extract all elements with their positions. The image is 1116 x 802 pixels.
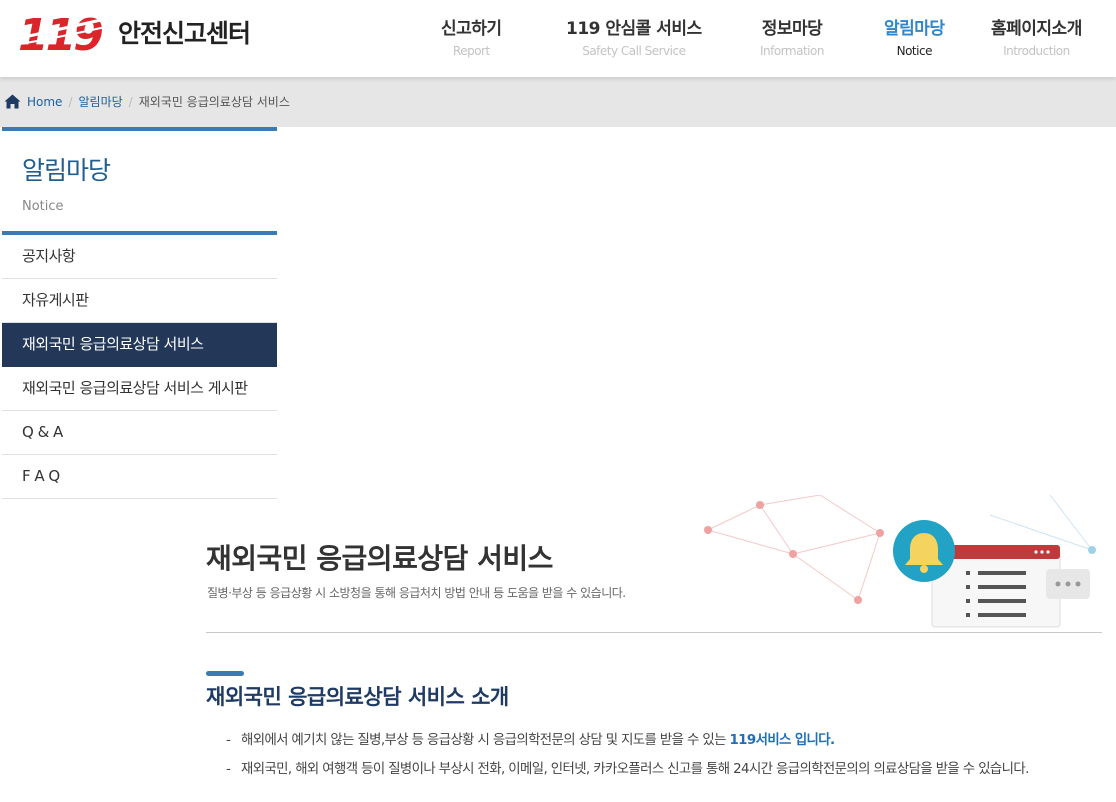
nav-sublabel: Notice — [896, 44, 933, 58]
nav-information[interactable]: 정보마당 Information — [760, 14, 824, 58]
nav-label: 신고하기 — [441, 19, 502, 39]
section-accent-bar — [206, 671, 244, 676]
breadcrumb-current: 재외국민 응급의료상담 서비스 — [138, 95, 290, 109]
main-navigation: 신고하기 Report 119 안심콜 서비스 Safety Call Serv… — [0, 14, 1116, 64]
nav-safety-call[interactable]: 119 안심콜 서비스 Safety Call Service — [566, 14, 702, 58]
nav-report[interactable]: 신고하기 Report — [441, 14, 502, 58]
nav-introduction[interactable]: 홈페이지소개 Introduction — [991, 14, 1082, 58]
breadcrumb-section-link[interactable]: 알림마당 — [78, 93, 122, 110]
sidebar-title: 알림마당 — [22, 156, 111, 185]
sidebar-menu: 공지사항 자유게시판 재외국민 응급의료상담 서비스 재외국민 응급의료상담 서… — [2, 235, 277, 499]
list-item: - 재외국민, 해외 여행객 등이 질병이나 부상시 전화, 이메일, 인터넷, … — [226, 760, 1029, 789]
notification-illustration — [704, 495, 1096, 628]
sidebar-item-free-board[interactable]: 자유게시판 — [2, 279, 277, 323]
nav-label: 홈페이지소개 — [991, 19, 1082, 39]
nav-sublabel: Safety Call Service — [582, 44, 686, 58]
nav-sublabel: Introduction — [1003, 44, 1070, 58]
breadcrumb-separator: / — [68, 94, 73, 109]
section-title: 재외국민 응급의료상담 서비스 소개 — [206, 685, 509, 709]
nav-sublabel: Information — [760, 44, 824, 58]
breadcrumb-separator: / — [128, 94, 133, 109]
sidebar-item-notices[interactable]: 공지사항 — [2, 235, 277, 279]
list-item-text: 재외국민, 해외 여행객 등이 질병이나 부상시 전화, 이메일, 인터넷, 카… — [241, 762, 1029, 777]
home-icon[interactable] — [4, 94, 21, 109]
nav-label: 알림마당 — [884, 19, 945, 39]
breadcrumb: Home / 알림마당 / 재외국민 응급의료상담 서비스 — [4, 93, 290, 110]
sidebar-item-faq[interactable]: F A Q — [2, 455, 277, 499]
nav-label: 119 안심콜 서비스 — [566, 19, 702, 39]
sidebar-item-overseas-medical-board[interactable]: 재외국민 응급의료상담 서비스 게시판 — [2, 367, 277, 411]
list-dash: - — [226, 733, 231, 748]
list-item-text: 해외에서 예기치 않는 질병,부상 등 응급상황 시 응급의학전문의 상담 및 … — [241, 733, 730, 748]
list-item-highlight: 119서비스 입니다. — [729, 733, 835, 748]
breadcrumb-bar: Home / 알림마당 / 재외국민 응급의료상담 서비스 — [0, 77, 1116, 127]
nav-sublabel: Report — [452, 44, 490, 58]
sidebar: 알림마당 Notice 공지사항 자유게시판 재외국민 응급의료상담 서비스 재… — [2, 127, 277, 499]
page-description: 질병·부상 등 응급상황 시 소방청을 통해 응급처치 방법 안내 등 도움을 … — [207, 586, 626, 600]
nav-label: 정보마당 — [761, 19, 823, 39]
site-header: 119 안전신고센터 신고하기 Report 119 안심콜 서비스 Safet… — [0, 0, 1116, 77]
sidebar-header: 알림마당 Notice — [2, 131, 277, 231]
nav-notice[interactable]: 알림마당 Notice — [884, 14, 945, 58]
breadcrumb-home-link[interactable]: Home — [27, 95, 62, 109]
list-dash: - — [226, 762, 231, 777]
sidebar-item-overseas-medical-service[interactable]: 재외국민 응급의료상담 서비스 — [2, 323, 277, 367]
page-title: 재외국민 응급의료상담 서비스 — [206, 542, 553, 575]
intro-list: - 해외에서 예기치 않는 질병,부상 등 응급상황 시 응급의학전문의 상담 및… — [226, 731, 1029, 789]
list-item: - 해외에서 예기치 않는 질병,부상 등 응급상황 시 응급의학전문의 상담 및… — [226, 731, 1029, 760]
sidebar-item-qna[interactable]: Q & A — [2, 411, 277, 455]
sidebar-subtitle: Notice — [22, 199, 64, 214]
title-divider — [206, 632, 1102, 633]
